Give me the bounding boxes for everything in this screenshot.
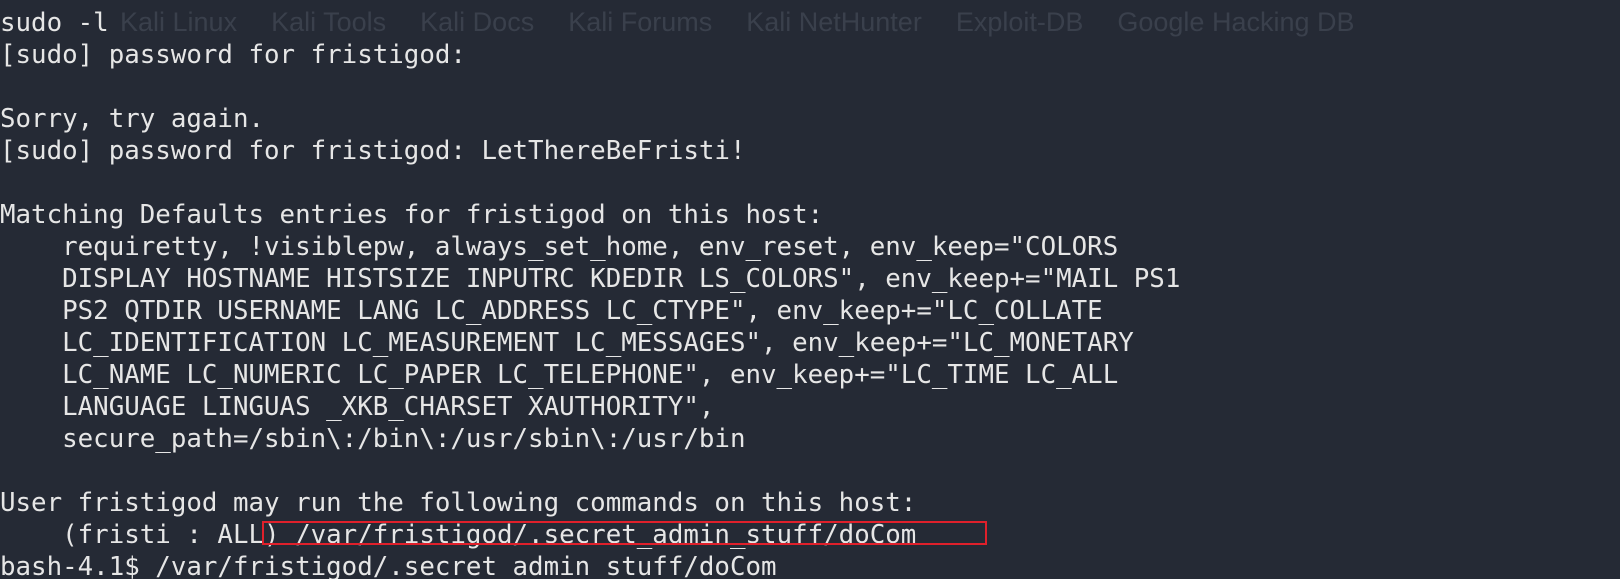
terminal-line: LC_IDENTIFICATION LC_MEASUREMENT LC_MESS…: [0, 328, 1134, 358]
terminal-line: sudo -l: [0, 8, 109, 38]
terminal-line: LANGUAGE LINGUAS _XKB_CHARSET XAUTHORITY…: [0, 392, 715, 422]
terminal-line: [sudo] password for fristigod:: [0, 40, 466, 70]
terminal-prompt-line[interactable]: bash-4.1$ /var/fristigod/.secret_admin_s…: [0, 551, 1180, 579]
terminal-line: [sudo] password for fristigod: LetThereB…: [0, 136, 746, 166]
terminal-window[interactable]: Kali Linux Kali Tools Kali Docs Kali For…: [0, 0, 1620, 579]
terminal-line: LC_NAME LC_NUMERIC LC_PAPER LC_TELEPHONE…: [0, 360, 1119, 390]
terminal-line: secure_path=/sbin\:/bin\:/usr/sbin\:/usr…: [0, 424, 746, 454]
red-highlight-box: [262, 521, 987, 545]
terminal-line: PS2 QTDIR USERNAME LANG LC_ADDRESS LC_CT…: [0, 296, 1103, 326]
terminal-output[interactable]: sudo -l [sudo] password for fristigod: S…: [0, 7, 1180, 579]
terminal-line: User fristigod may run the following com…: [0, 488, 917, 518]
terminal-line: requiretty, !visiblepw, always_set_home,…: [0, 232, 1119, 262]
terminal-line: Matching Defaults entries for fristigod …: [0, 200, 824, 230]
terminal-line: Sorry, try again.: [0, 104, 265, 134]
terminal-line: DISPLAY HOSTNAME HISTSIZE INPUTRC KDEDIR…: [0, 264, 1181, 294]
